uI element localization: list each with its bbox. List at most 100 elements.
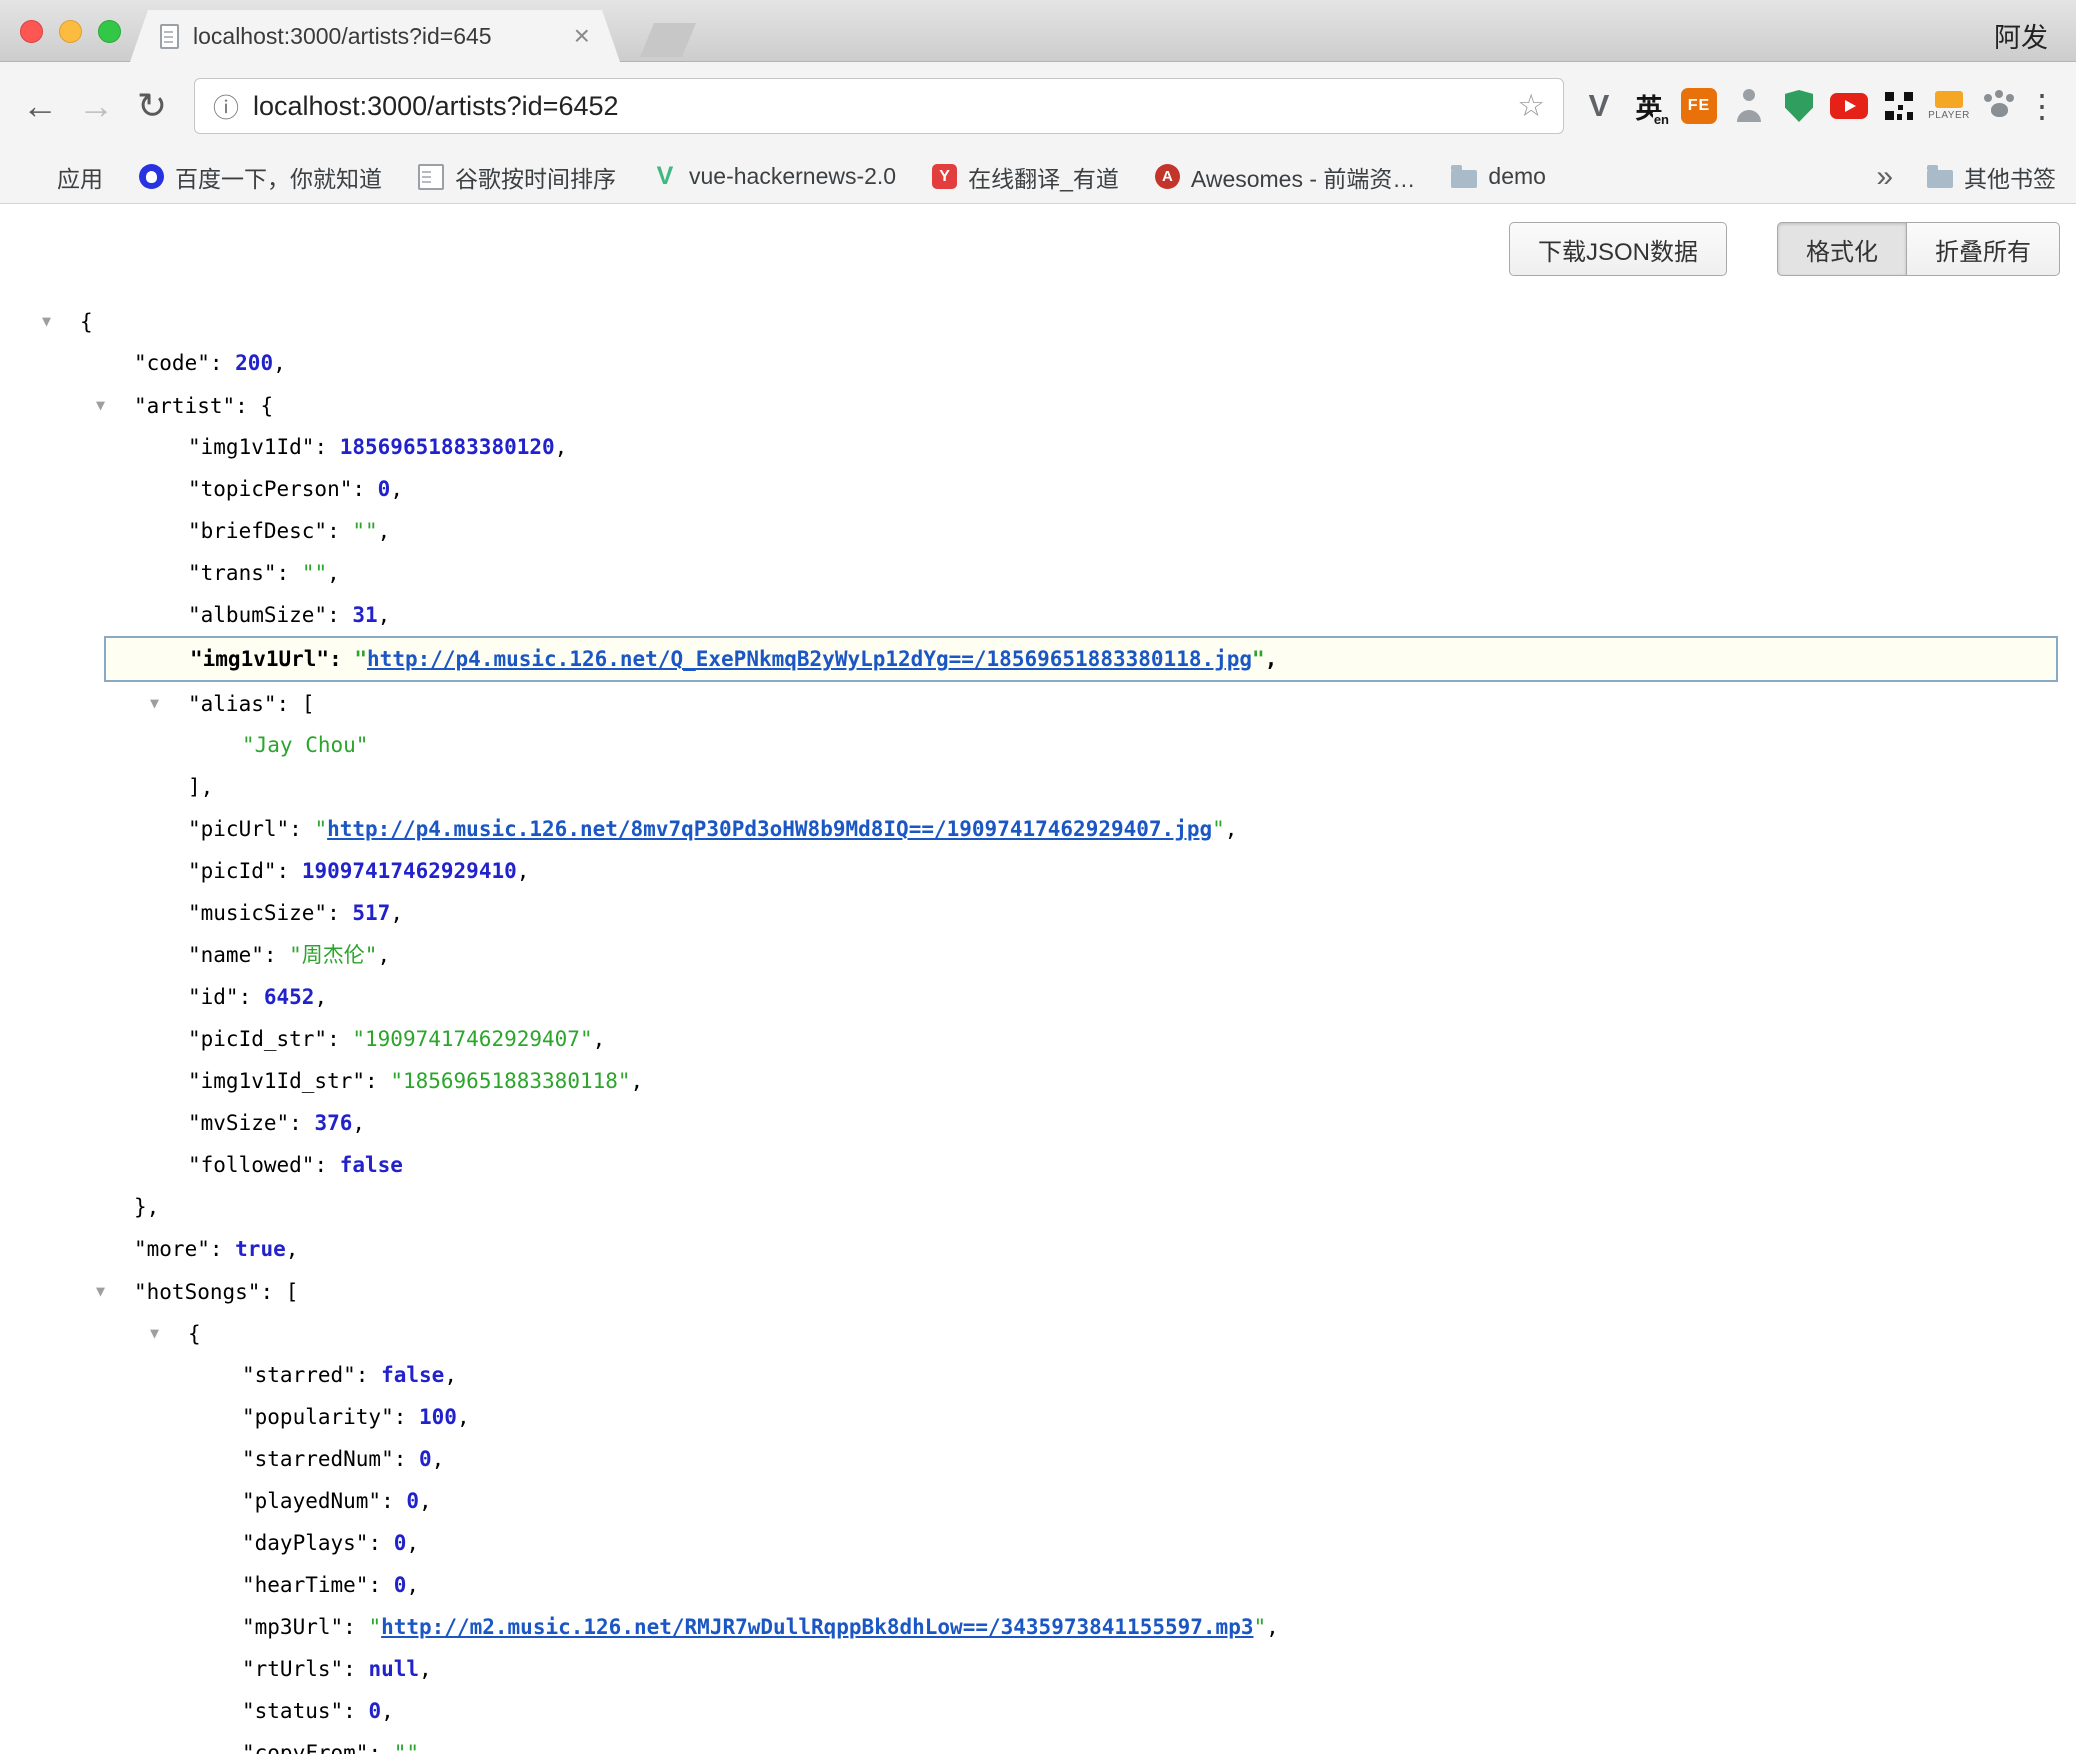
site-info-icon[interactable]: ⓘ [213,88,239,125]
json-colon: : [365,1069,390,1093]
json-number: 100 [419,1405,457,1429]
folder-icon [1927,170,1953,188]
youtube-icon[interactable] [1828,85,1870,127]
collapse-toggle-icon[interactable]: ▼ [96,1270,134,1312]
json-comma: , [406,1573,419,1597]
json-key: "img1v1Url" [190,647,329,671]
browser-menu-icon[interactable]: ⋮ [2020,87,2064,125]
json-url-link[interactable]: http://p4.music.126.net/8mv7qP30Pd3oHW8b… [327,817,1212,841]
json-comma: , [1265,647,1278,671]
json-url-link[interactable]: http://p4.music.126.net/Q_ExePNkmqB2yWyL… [367,647,1252,671]
json-number: 19097417462929410 [302,859,517,883]
word-translate-icon[interactable]: 英en [1628,85,1670,127]
json-quote: " [354,647,367,671]
vimium-icon[interactable]: V [1578,85,1620,127]
player-icon[interactable]: PLAYER [1928,85,1970,127]
bookmark-label: Awesomes - 前端资… [1191,160,1416,194]
back-button[interactable]: ← [12,85,68,127]
json-string: "19097417462929407" [352,1027,592,1051]
collapse-toggle-icon[interactable]: ▼ [150,682,188,724]
json-colon: : [277,692,302,716]
page-content: 下载JSON数据 格式化 折叠所有 ▼{"code": 200,▼"artist… [0,204,2076,1754]
bookmark-awesomes[interactable]: AAwesomes - 前端资… [1155,160,1416,194]
json-line: "musicSize": 517, [0,892,2076,934]
json-colon: : [264,943,289,967]
download-json-button[interactable]: 下载JSON数据 [1509,222,1727,276]
person-silhouette-icon[interactable] [1728,85,1770,127]
json-line: "mvSize": 376, [0,1102,2076,1144]
youdao-icon: Y [932,164,957,189]
json-key: "playedNum" [242,1489,381,1513]
json-comma: , [1225,817,1238,841]
json-colon: : [327,603,352,627]
paw-icon[interactable] [1978,85,2020,127]
json-quote: " [1252,647,1265,671]
json-comma: , [390,901,403,925]
format-button[interactable]: 格式化 [1777,222,1907,276]
address-bar[interactable]: ⓘ localhost:3000/artists?id=6452 ☆ [194,78,1564,134]
browser-tab[interactable]: localhost:3000/artists?id=645 × [130,10,620,62]
json-colon: : [368,1531,393,1555]
json-quote: " [1253,1615,1266,1639]
profile-name[interactable]: 阿发 [1994,16,2048,55]
tab-close-icon[interactable]: × [574,22,590,50]
json-colon: : [381,1489,406,1513]
shield-icon[interactable] [1778,85,1820,127]
qrcode-icon[interactable] [1878,85,1920,127]
json-key: "topicPerson" [188,477,352,501]
json-number: 31 [352,603,377,627]
json-key: "status" [242,1699,343,1723]
bookmark-demo-folder[interactable]: demo [1451,163,1546,190]
bookmark-google-time-sort[interactable]: 谷歌按时间排序 [418,160,616,194]
new-tab-button[interactable] [640,23,696,57]
bookmark-baidu[interactable]: 百度一下，你就知道 [139,160,382,194]
bookmark-label: 百度一下，你就知道 [175,160,382,194]
json-key: "hearTime" [242,1573,368,1597]
json-key: "albumSize" [188,603,327,627]
zoom-window-button[interactable] [98,20,121,43]
json-url-link[interactable]: http://m2.music.126.net/RMJR7wDullRqppBk… [381,1615,1253,1639]
json-line: "img1v1Url": "http://p4.music.126.net/Q_… [104,636,2058,682]
json-string: "" [352,519,377,543]
other-bookmarks-folder[interactable]: 其他书签 [1927,160,2056,194]
json-line: "picUrl": "http://p4.music.126.net/8mv7q… [0,808,2076,850]
vue-icon: V [652,164,678,190]
minimize-window-button[interactable] [59,20,82,43]
json-viewer: ▼{"code": 200,▼"artist": {"img1v1Id": 18… [0,300,2076,1754]
json-key: "mvSize" [188,1111,289,1135]
json-colon: : [210,351,235,375]
close-window-button[interactable] [20,20,43,43]
json-line: "followed": false [0,1144,2076,1186]
json-line: ▼{ [0,1312,2076,1354]
baidu-icon [139,164,164,189]
json-number: 18569651883380120 [340,435,555,459]
bookmark-label: 谷歌按时间排序 [455,160,616,194]
json-comma: , [378,603,391,627]
bookmark-vue-hackernews[interactable]: Vvue-hackernews-2.0 [652,163,896,190]
collapse-all-button[interactable]: 折叠所有 [1907,222,2060,276]
collapse-toggle-icon[interactable]: ▼ [42,300,80,342]
json-comma: , [419,1741,432,1754]
json-key: "musicSize" [188,901,327,925]
json-key: "picUrl" [188,817,289,841]
json-key: "starredNum" [242,1447,394,1471]
json-line: "mp3Url": "http://m2.music.126.net/RMJR7… [0,1606,2076,1648]
json-colon: : [314,1153,339,1177]
json-open-brace: { [188,1322,201,1346]
apps-icon [20,164,46,190]
collapse-toggle-icon[interactable]: ▼ [150,1312,188,1354]
bookmark-youdao-translate[interactable]: Y在线翻译_有道 [932,160,1119,194]
json-comma: , [419,1489,432,1513]
json-line: ], [0,766,2076,808]
window-titlebar: localhost:3000/artists?id=645 × 阿发 [0,0,2076,62]
json-key: "rtUrls" [242,1657,343,1681]
bookmark-star-icon[interactable]: ☆ [1517,88,1545,124]
json-colon: : [239,985,264,1009]
json-boolean: true [235,1237,286,1261]
url-text[interactable]: localhost:3000/artists?id=6452 [253,91,1503,122]
reload-button[interactable]: ↻ [124,85,180,127]
bookmarks-overflow-icon[interactable]: » [1876,160,1893,194]
collapse-toggle-icon[interactable]: ▼ [96,384,134,426]
fehelper-icon[interactable]: FE [1678,85,1720,127]
bookmark-apps[interactable]: 应用 [20,160,103,194]
